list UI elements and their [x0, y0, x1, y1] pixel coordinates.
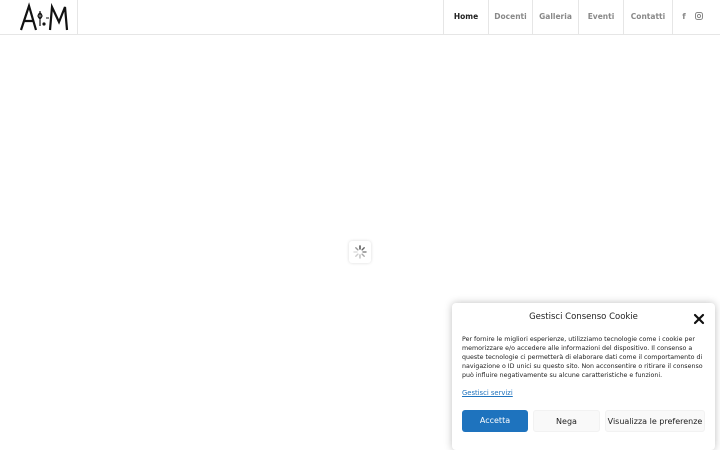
- close-icon[interactable]: [693, 310, 705, 325]
- site-logo[interactable]: [0, 0, 78, 35]
- logo-icon: [19, 2, 69, 31]
- accept-button[interactable]: Accetta: [462, 410, 528, 432]
- page-loader: [349, 241, 371, 263]
- instagram-icon[interactable]: [694, 12, 704, 22]
- cookie-title: Gestisci Consenso Cookie: [529, 312, 638, 322]
- cookie-description: Per fornire le migliori esperienze, util…: [462, 336, 703, 379]
- nav-galleria[interactable]: Galleria: [532, 0, 578, 35]
- facebook-icon[interactable]: f: [679, 12, 689, 22]
- nav-home[interactable]: Home: [443, 0, 488, 35]
- spinner-icon: [353, 245, 367, 259]
- social-links: f: [672, 0, 720, 35]
- deny-button[interactable]: Nega: [533, 410, 600, 432]
- site-header: Home Docenti Galleria Eventi Contatti f: [0, 0, 720, 35]
- nav-contatti[interactable]: Contatti: [623, 0, 672, 35]
- view-preferences-button[interactable]: Visualizza le preferenze: [605, 410, 705, 432]
- cookie-consent-banner: Gestisci Consenso Cookie Per fornire le …: [452, 303, 715, 450]
- nav-eventi[interactable]: Eventi: [578, 0, 623, 35]
- manage-services-link[interactable]: Gestisci servizi: [462, 389, 513, 397]
- nav-docenti[interactable]: Docenti: [488, 0, 532, 35]
